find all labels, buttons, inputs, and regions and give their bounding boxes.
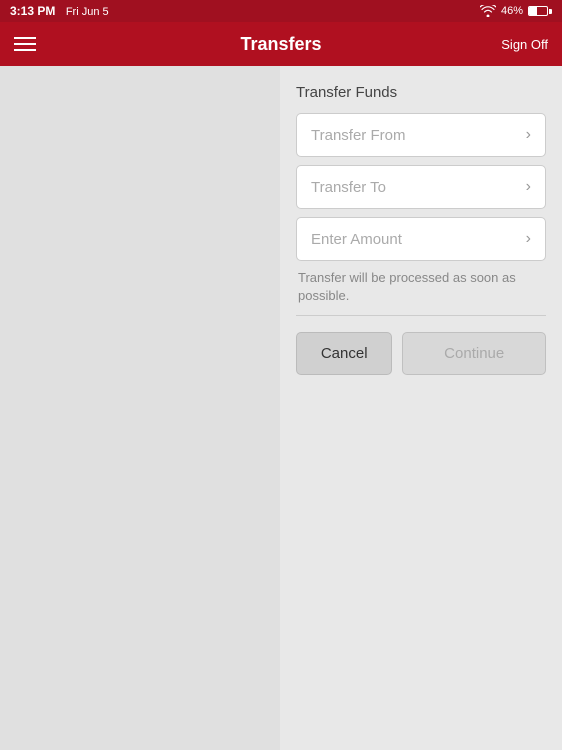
divider bbox=[296, 315, 546, 316]
transfer-to-chevron-icon: › bbox=[526, 178, 531, 196]
status-time-date: 3:13 PM Fri Jun 5 bbox=[10, 2, 109, 20]
menu-line-1 bbox=[14, 37, 36, 39]
battery-percentage: 46% bbox=[501, 5, 523, 17]
page-title: Transfers bbox=[240, 34, 321, 55]
enter-amount-label: Enter Amount bbox=[311, 231, 402, 248]
status-date: Fri Jun 5 bbox=[66, 6, 109, 18]
menu-line-3 bbox=[14, 49, 36, 51]
cancel-button[interactable]: Cancel bbox=[296, 332, 392, 375]
status-time: 3:13 PM bbox=[10, 4, 55, 18]
transfer-from-field[interactable]: Transfer From › bbox=[296, 113, 546, 157]
transfer-from-chevron-icon: › bbox=[526, 126, 531, 144]
transfer-from-label: Transfer From bbox=[311, 127, 405, 144]
button-row: Cancel Continue bbox=[296, 332, 546, 375]
main-content: Transfer Funds Transfer From › Transfer … bbox=[0, 66, 562, 750]
status-bar: 3:13 PM Fri Jun 5 46% bbox=[0, 0, 562, 22]
sign-off-button[interactable]: Sign Off bbox=[501, 37, 548, 52]
enter-amount-chevron-icon: › bbox=[526, 230, 531, 248]
battery-icon bbox=[528, 6, 552, 16]
transfer-to-field[interactable]: Transfer To › bbox=[296, 165, 546, 209]
wifi-icon bbox=[480, 5, 496, 17]
continue-button: Continue bbox=[402, 332, 546, 375]
section-title: Transfer Funds bbox=[296, 84, 546, 101]
menu-button[interactable] bbox=[14, 37, 36, 51]
menu-line-2 bbox=[14, 43, 36, 45]
right-panel: Transfer Funds Transfer From › Transfer … bbox=[280, 66, 562, 750]
info-text: Transfer will be processed as soon as po… bbox=[296, 269, 546, 305]
transfer-to-label: Transfer To bbox=[311, 179, 386, 196]
left-panel bbox=[0, 66, 280, 750]
status-indicators: 46% bbox=[480, 5, 552, 17]
nav-bar: Transfers Sign Off bbox=[0, 22, 562, 66]
enter-amount-field[interactable]: Enter Amount › bbox=[296, 217, 546, 261]
